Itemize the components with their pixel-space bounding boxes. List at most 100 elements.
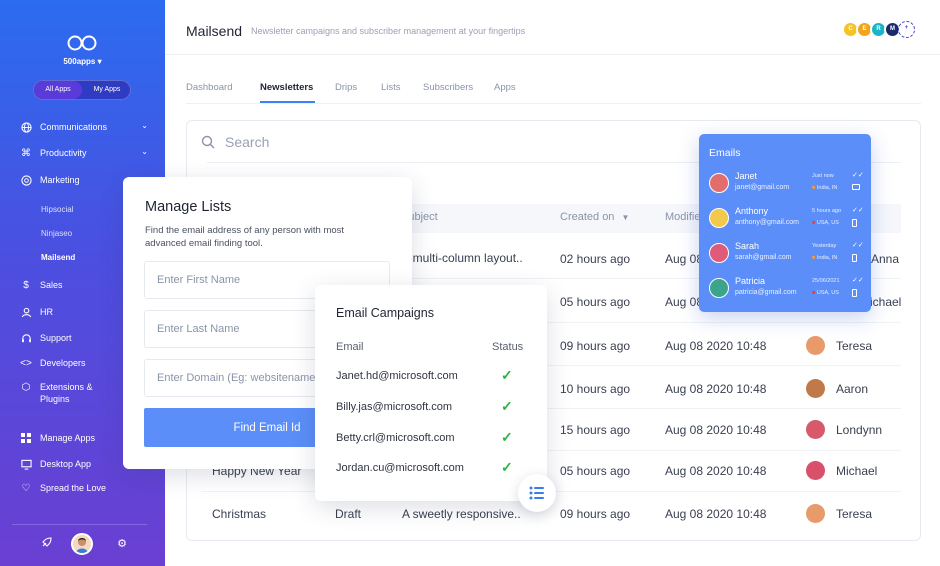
owner-avatar — [806, 504, 825, 523]
header-divider — [165, 54, 940, 55]
table-cell-modified: Aug 08 2020 10:48 — [665, 507, 767, 521]
double-check-icon: ✓✓ — [852, 172, 864, 179]
contact-location-text: USA, US — [816, 220, 839, 226]
apps-toggle: All Apps My Apps — [33, 80, 131, 100]
contact-location: ■ USA, US — [812, 220, 839, 226]
search-icon — [201, 135, 215, 149]
table-cell-created: 15 hours ago — [560, 423, 631, 437]
campaigns-title: Email Campaigns — [336, 306, 434, 320]
contact-time: 25/06/2021 — [812, 278, 840, 284]
chevron-down-icon: ⌄ — [141, 147, 148, 156]
table-cell-modified: Aug 08 2020 10:48 — [665, 423, 767, 437]
page-subtitle: Newsletter campaigns and subscriber mana… — [251, 26, 526, 36]
tab-lists[interactable]: Lists — [381, 82, 401, 93]
grid-icon — [20, 432, 32, 444]
tab-drips[interactable]: Drips — [335, 82, 357, 93]
table-cell-created: 09 hours ago — [560, 507, 631, 521]
contact-location-text: USA, US — [816, 290, 839, 296]
my-apps-toggle[interactable]: My Apps — [84, 81, 130, 99]
sort-down-icon: ▼ — [621, 213, 630, 222]
sidebar-item-label: Spread the Love — [40, 483, 107, 493]
sidebar-item-label: HR — [40, 307, 53, 317]
contact-avatar — [709, 243, 729, 263]
list-view-button[interactable] — [518, 474, 556, 512]
check-icon: ✓ — [501, 429, 513, 445]
email-contact-row[interactable]: Janet janet@gmail.com Just now ■ India, … — [709, 170, 864, 196]
email-contact-row[interactable]: Sarah sarah@gmail.com Yesterday ■ India,… — [709, 240, 864, 266]
sidebar-subitem-mailsend[interactable]: Mailsend — [41, 253, 75, 262]
campaign-email: Janet.hd@microsoft.com — [336, 370, 458, 382]
chevron-down-icon: ⌄ — [141, 121, 148, 130]
table-cell-modified: Aug 08 2020 10:48 — [665, 382, 767, 396]
search-input[interactable] — [225, 132, 675, 152]
campaigns-col-email: Email — [336, 341, 364, 353]
dollar-icon: $ — [23, 279, 29, 291]
flag-icon: ■ — [812, 185, 816, 191]
gear-icon[interactable]: ⚙ — [115, 537, 129, 551]
check-icon: ✓ — [501, 459, 513, 475]
sidebar-item-spread-love[interactable]: ♡ Spread the Love — [20, 480, 148, 496]
tab-newsletters[interactable]: Newsletters — [260, 82, 313, 93]
sidebar-item-label: Manage Apps — [40, 433, 96, 443]
target-icon — [20, 174, 32, 186]
phone-icon — [852, 289, 857, 297]
tab-dashboard[interactable]: Dashboard — [186, 82, 232, 93]
double-check-icon: ✓✓ — [852, 207, 864, 214]
flag-icon: ■ — [812, 290, 816, 296]
email-contact-row[interactable]: Anthony anthony@gmail.com 5 hours ago ■ … — [709, 205, 864, 231]
sidebar-item-communications[interactable]: Communications ⌄ — [20, 119, 148, 135]
table-cell-owner: Anna — [871, 252, 900, 266]
list-icon — [529, 486, 544, 500]
sidebar-item-label: Marketing — [40, 175, 80, 185]
infinity-logo-icon — [67, 35, 97, 51]
manage-lists-description: Find the email address of any person wit… — [145, 225, 345, 249]
sidebar-item-label: Extensions & Plugins — [40, 382, 93, 404]
laptop-icon — [852, 184, 860, 190]
rocket-icon[interactable] — [39, 537, 53, 551]
sidebar-item-label: Communications — [40, 122, 108, 132]
contact-location-text: India, IN — [816, 255, 838, 261]
email-contact-row[interactable]: Patricia patricia@gmail.com 25/06/2021 ■… — [709, 275, 864, 301]
table-cell-subject: A sweetly responsive.. — [402, 507, 521, 521]
table-cell-name[interactable]: Christmas — [212, 507, 266, 521]
contact-email: patricia@gmail.com — [735, 289, 797, 296]
sidebar-item-label: Developers — [40, 358, 86, 368]
manage-lists-title: Manage Lists — [145, 199, 232, 215]
double-check-icon: ✓✓ — [852, 277, 864, 284]
contact-name: Anthony — [735, 206, 769, 216]
team-avatars[interactable]: C E R M + — [842, 21, 922, 39]
column-header-created[interactable]: Created on ▼ — [560, 211, 629, 223]
contact-avatar — [709, 173, 729, 193]
contact-avatar — [709, 278, 729, 298]
tabs-divider — [186, 103, 921, 104]
sidebar-subitem-ninjaseo[interactable]: Ninjaseo — [41, 229, 72, 238]
contact-email: sarah@gmail.com — [735, 254, 792, 261]
brand-switcher[interactable]: 500apps ▾ — [0, 57, 165, 66]
table-cell-modified: Aug 08 2020 10:48 — [665, 339, 767, 353]
table-cell-modified: Aug 08 2020 10:48 — [665, 464, 767, 478]
contact-name: Patricia — [735, 276, 766, 286]
contact-time: 5 hours ago — [812, 208, 842, 214]
check-icon: ✓ — [501, 398, 513, 414]
page-title: Mailsend — [186, 23, 243, 39]
contact-time: Yesterday — [812, 243, 837, 249]
chevron-down-icon: ▾ — [97, 57, 102, 66]
active-tab-indicator — [260, 101, 315, 103]
code-icon: <> — [20, 357, 32, 369]
phone-icon — [852, 254, 857, 262]
add-user-icon[interactable]: + — [898, 21, 915, 38]
flag-icon: ■ — [812, 220, 816, 226]
avatar[interactable] — [71, 533, 93, 555]
email-campaigns-panel: Email Campaigns Email Status Janet.hd@mi… — [315, 285, 547, 501]
contact-location: ■ India, IN — [812, 185, 837, 191]
tab-apps[interactable]: Apps — [494, 82, 516, 93]
contact-email: janet@gmail.com — [735, 184, 790, 191]
all-apps-toggle[interactable]: All Apps — [34, 81, 82, 99]
owner-avatar — [806, 379, 825, 398]
brand-name: 500apps — [63, 57, 96, 66]
tab-subscribers[interactable]: Subscribers — [423, 82, 473, 93]
sidebar-item-productivity[interactable]: ⌘ Productivity ⌄ — [20, 145, 148, 161]
campaign-email: Billy.jas@microsoft.com — [336, 401, 453, 413]
flag-icon: ■ — [812, 255, 816, 261]
sidebar-subitem-hipsocial[interactable]: Hipsocial — [41, 205, 73, 214]
